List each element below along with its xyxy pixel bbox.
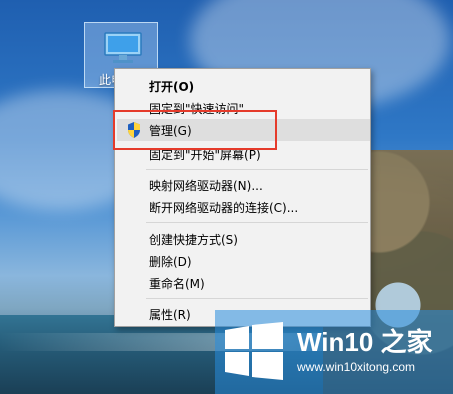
menu-item-rename[interactable]: 重命名(M) [117,272,370,294]
menu-item-label: 属性(R) [149,308,191,322]
menu-item-label: 创建快捷方式(S) [149,233,238,247]
annotation-highlight-box [113,110,277,150]
menu-separator [146,298,368,299]
context-menu: 打开(O) 固定到"快速访问" 管理(G) 固定到"开始"屏幕(P) 映射网络驱… [114,68,371,327]
menu-item-label: 打开(O) [149,80,195,94]
computer-icon [104,32,142,63]
menu-separator [146,169,368,170]
menu-item-map-network-drive[interactable]: 映射网络驱动器(N)... [117,174,370,196]
menu-item-disconnect-network-drive[interactable]: 断开网络驱动器的连接(C)... [117,196,370,218]
menu-item-label: 断开网络驱动器的连接(C)... [149,201,299,215]
menu-item-delete[interactable]: 删除(D) [117,250,370,272]
menu-item-create-shortcut[interactable]: 创建快捷方式(S) [117,228,370,250]
watermark-title: Win10 之家 [297,327,433,357]
watermark-url: www.win10xitong.com [297,360,416,374]
menu-separator [146,222,368,223]
windows-logo-icon [225,322,283,380]
menu-item-label: 重命名(M) [149,277,205,291]
watermark-banner: Win10 之家 www.win10xitong.com [215,310,453,394]
menu-item-open[interactable]: 打开(O) [117,75,370,97]
menu-item-label: 删除(D) [149,255,192,269]
menu-item-label: 映射网络驱动器(N)... [149,179,263,193]
